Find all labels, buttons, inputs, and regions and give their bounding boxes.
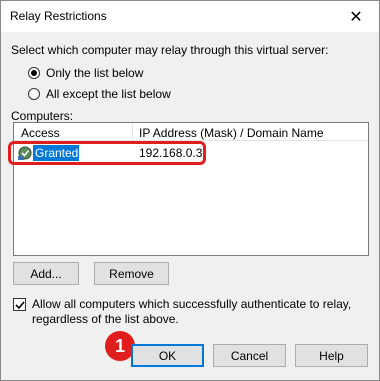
checkmark-icon — [14, 300, 25, 309]
relay-restrictions-dialog: Relay Restrictions ✕ Select which comput… — [0, 0, 380, 381]
radio-only-list[interactable]: Only the list below — [28, 66, 143, 80]
list-header: Access IP Address (Mask) / Domain Name — [14, 123, 368, 141]
radio-button-unselected[interactable] — [28, 88, 40, 100]
dialog-title: Relay Restrictions — [10, 9, 107, 23]
computers-label: Computers: — [11, 109, 74, 123]
instruction-text: Select which computer may relay through … — [11, 43, 329, 57]
allow-authenticated-checkbox[interactable] — [13, 298, 26, 311]
radio-all-except[interactable]: All except the list below — [28, 87, 171, 101]
add-button[interactable]: Add... — [13, 262, 79, 285]
allow-authenticated-label: Allow all computers which successfully a… — [32, 297, 352, 326]
ok-button[interactable]: OK — [131, 344, 204, 367]
cancel-button[interactable]: Cancel — [213, 344, 286, 367]
highlight-outline — [8, 141, 206, 165]
close-icon[interactable]: ✕ — [333, 1, 379, 32]
radio-button-selected[interactable] — [28, 67, 40, 79]
column-header-ip-address[interactable]: IP Address (Mask) / Domain Name — [139, 126, 324, 140]
column-header-access[interactable]: Access — [21, 126, 60, 140]
remove-button[interactable]: Remove — [94, 262, 169, 285]
allow-authenticated-checkbox-row[interactable]: Allow all computers which successfully a… — [13, 297, 362, 327]
column-divider[interactable] — [132, 123, 133, 140]
radio-only-list-label: Only the list below — [46, 66, 144, 80]
radio-all-except-label: All except the list below — [46, 87, 171, 101]
help-button[interactable]: Help — [295, 344, 368, 367]
title-bar: Relay Restrictions ✕ — [1, 1, 379, 32]
